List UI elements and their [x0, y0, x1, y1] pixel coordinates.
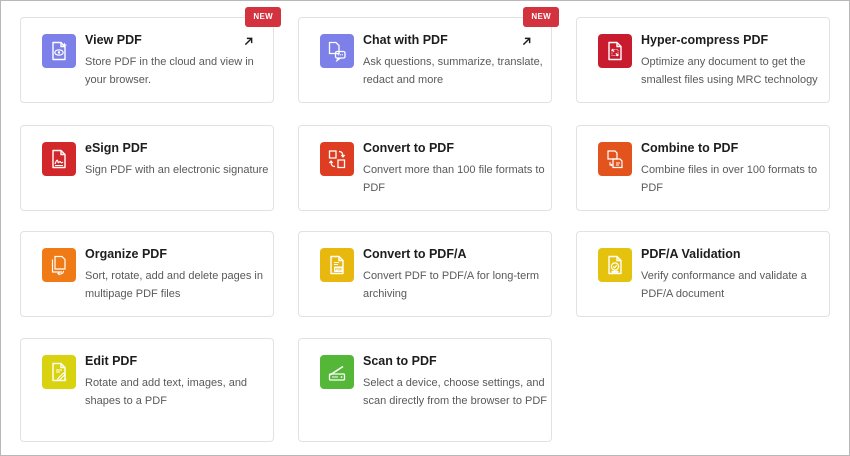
scan-pdf-icon — [320, 355, 354, 389]
tool-card-convert-to-pdfa[interactable]: PDF Convert to PDF/A Convert PDF to PDF/… — [298, 231, 552, 317]
chat-pdf-icon — [320, 34, 354, 68]
tool-card-convert-to-pdf[interactable]: Convert to PDF Convert more than 100 fil… — [298, 125, 552, 211]
card-title: Chat with PDF — [363, 33, 448, 47]
svg-text:A: A — [64, 376, 67, 381]
card-description: Optimize any document to get the smalles… — [641, 56, 818, 86]
card-title: Organize PDF — [85, 247, 167, 261]
card-description: Rotate and add text, images, and shapes … — [85, 377, 248, 407]
card-title: Convert to PDF — [363, 141, 454, 155]
card-description: Convert PDF to PDF/A for long-term archi… — [363, 270, 540, 300]
tool-card-edit-pdf[interactable]: A Edit PDF Rotate and add text, images, … — [20, 338, 274, 442]
compress-pdf-icon — [598, 34, 632, 68]
tool-card-esign-pdf[interactable]: eSign PDF Sign PDF with an electronic si… — [20, 125, 274, 211]
new-badge: NEW — [523, 7, 559, 27]
card-title: PDF/A Validation — [641, 247, 741, 261]
tool-card-pdfa-validation[interactable]: PDF/A Validation Verify conformance and … — [576, 231, 830, 317]
svg-text:PDF: PDF — [335, 268, 343, 272]
tools-panel: View PDF Store PDF in the cloud and view… — [0, 0, 850, 456]
card-description: Verify conformance and validate a PDF/A … — [641, 270, 807, 300]
card-title: Combine to PDF — [641, 141, 739, 155]
card-title: View PDF — [85, 33, 142, 47]
esign-pdf-icon — [42, 142, 76, 176]
external-link-arrow-icon — [522, 37, 531, 46]
card-title: Edit PDF — [85, 354, 138, 368]
new-badge: NEW — [245, 7, 281, 27]
view-pdf-icon — [42, 34, 76, 68]
combine-pdf-icon — [598, 142, 632, 176]
pdfa-validation-icon — [598, 248, 632, 282]
card-description: Combine files in over 100 formats to PDF — [641, 164, 818, 194]
card-description: Select a device, choose settings, and sc… — [363, 377, 548, 407]
tool-card-organize-pdf[interactable]: Organize PDF Sort, rotate, add and delet… — [20, 231, 274, 317]
card-description: Ask questions, summarize, translate, red… — [363, 56, 543, 86]
convert-pdf-icon — [320, 142, 354, 176]
card-description: Sign PDF with an electronic signature — [85, 164, 269, 176]
organize-pdf-icon — [42, 248, 76, 282]
card-description: Store PDF in the cloud and view in your … — [85, 56, 254, 86]
card-description: Convert more than 100 file formats to PD… — [363, 164, 545, 194]
card-description: Sort, rotate, add and delete pages in mu… — [85, 270, 263, 300]
tool-card-chat-pdf[interactable]: Chat with PDF Ask questions, summarize, … — [298, 7, 559, 103]
card-title: Hyper-compress PDF — [641, 33, 769, 47]
card-title: eSign PDF — [85, 141, 148, 155]
card-title: Convert to PDF/A — [363, 247, 467, 261]
tool-card-combine-to-pdf[interactable]: Combine to PDF Combine files in over 100… — [576, 125, 830, 211]
tool-card-view-pdf[interactable]: View PDF Store PDF in the cloud and view… — [20, 7, 281, 103]
external-link-arrow-icon — [244, 37, 253, 46]
card-title: Scan to PDF — [363, 354, 437, 368]
tool-card-scan-to-pdf[interactable]: Scan to PDF Select a device, choose sett… — [298, 338, 552, 442]
edit-pdf-icon: A — [42, 355, 76, 389]
convert-pdfa-icon: PDF — [320, 248, 354, 282]
tool-card-hyper-compress-pdf[interactable]: Hyper-compress PDF Optimize any document… — [576, 17, 830, 103]
